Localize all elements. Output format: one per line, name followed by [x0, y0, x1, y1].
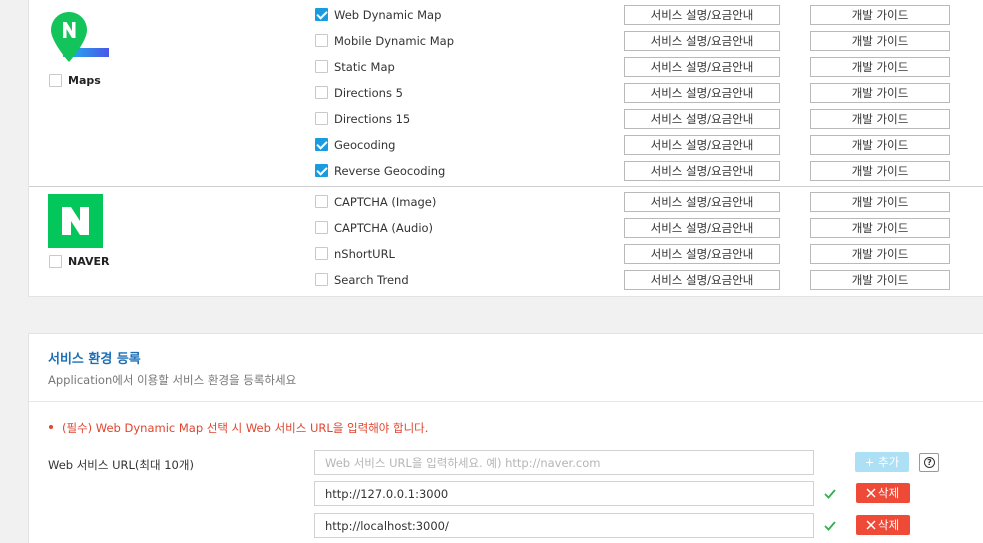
service-env-panel: 서비스 환경 등록 Application에서 이용할 서비스 환경을 등록하세… — [28, 333, 983, 543]
dev-guide-button[interactable]: 개발 가이드 — [810, 135, 950, 155]
api-name: CAPTCHA (Image) — [334, 195, 437, 209]
service-info-button[interactable]: 서비스 설명/요금안내 — [624, 270, 780, 290]
dev-guide-button[interactable]: 개발 가이드 — [810, 109, 950, 129]
api-name: nShortURL — [334, 247, 395, 261]
api-checkbox[interactable] — [315, 34, 328, 47]
api-name: Web Dynamic Map — [334, 8, 442, 22]
api-checkbox[interactable] — [315, 164, 328, 177]
api-row: Reverse Geocoding 서비스 설명/요금안내 개발 가이드 — [315, 161, 955, 181]
close-icon — [866, 520, 876, 530]
api-name: Reverse Geocoding — [334, 164, 446, 178]
web-url-label: Web 서비스 URL(최대 10개) — [48, 458, 194, 472]
section-description: Application에서 이용할 서비스 환경을 등록하세요 — [48, 373, 297, 387]
service-info-button[interactable]: 서비스 설명/요금안내 — [624, 161, 780, 181]
api-checkbox[interactable] — [315, 221, 328, 234]
api-name: Geocoding — [334, 138, 396, 152]
api-name: Search Trend — [334, 273, 409, 287]
maps-brand-checkbox[interactable] — [49, 74, 62, 87]
section-title: 서비스 환경 등록 — [48, 352, 141, 367]
api-row: Directions 5 서비스 설명/요금안내 개발 가이드 — [315, 83, 955, 103]
service-info-button[interactable]: 서비스 설명/요금안내 — [624, 57, 780, 77]
section-divider — [29, 401, 983, 402]
required-note-text: (필수) Web Dynamic Map 선택 시 Web 서비스 URL을 입… — [62, 421, 429, 435]
dev-guide-button[interactable]: 개발 가이드 — [810, 57, 950, 77]
delete-label: 삭제 — [878, 518, 900, 532]
api-checkbox[interactable] — [315, 247, 328, 260]
service-info-button[interactable]: 서비스 설명/요금안내 — [624, 244, 780, 264]
api-name: Directions 5 — [334, 86, 403, 100]
required-note: (필수) Web Dynamic Map 선택 시 Web 서비스 URL을 입… — [49, 420, 428, 436]
api-row: nShortURL 서비스 설명/요금안내 개발 가이드 — [315, 244, 955, 264]
api-name: Directions 15 — [334, 112, 411, 126]
api-checkbox[interactable] — [315, 86, 328, 99]
api-name: Mobile Dynamic Map — [334, 34, 455, 48]
service-info-button[interactable]: 서비스 설명/요금안내 — [624, 218, 780, 238]
delete-url-button[interactable]: 삭제 — [856, 483, 910, 503]
dev-guide-button[interactable]: 개발 가이드 — [810, 5, 950, 25]
api-row: Search Trend 서비스 설명/요금안내 개발 가이드 — [315, 270, 955, 290]
api-checkbox[interactable] — [315, 60, 328, 73]
service-info-button[interactable]: 서비스 설명/요금안내 — [624, 31, 780, 51]
maps-brand-label: Maps — [68, 74, 101, 87]
api-row: Web Dynamic Map 서비스 설명/요금안내 개발 가이드 — [315, 5, 955, 25]
service-info-button[interactable]: 서비스 설명/요금안내 — [624, 5, 780, 25]
api-row: CAPTCHA (Image) 서비스 설명/요금안내 개발 가이드 — [315, 192, 955, 212]
check-ok-icon — [824, 521, 836, 531]
naver-n-icon — [48, 194, 103, 248]
api-row: CAPTCHA (Audio) 서비스 설명/요금안내 개발 가이드 — [315, 218, 955, 238]
help-button[interactable]: ? — [919, 453, 939, 472]
api-checkbox[interactable] — [315, 195, 328, 208]
api-row: Directions 15 서비스 설명/요금안내 개발 가이드 — [315, 109, 955, 129]
delete-url-button[interactable]: 삭제 — [856, 515, 910, 535]
api-row: Mobile Dynamic Map 서비스 설명/요금안내 개발 가이드 — [315, 31, 955, 51]
registered-url-input[interactable] — [314, 513, 814, 538]
api-checkbox[interactable] — [315, 112, 328, 125]
api-checkbox[interactable] — [315, 138, 328, 151]
api-checkbox[interactable] — [315, 8, 328, 21]
service-info-button[interactable]: 서비스 설명/요금안내 — [624, 109, 780, 129]
api-row: Geocoding 서비스 설명/요금안내 개발 가이드 — [315, 135, 955, 155]
dev-guide-button[interactable]: 개발 가이드 — [810, 270, 950, 290]
api-name: Static Map — [334, 60, 395, 74]
naver-brand-label: NAVER — [68, 255, 110, 268]
bullet-icon — [49, 424, 53, 429]
dev-guide-button[interactable]: 개발 가이드 — [810, 218, 950, 238]
delete-label: 삭제 — [878, 486, 900, 500]
web-url-input[interactable] — [314, 450, 814, 475]
naver-brand-checkbox[interactable] — [49, 255, 62, 268]
question-icon: ? — [924, 457, 935, 468]
dev-guide-button[interactable]: 개발 가이드 — [810, 83, 950, 103]
brand-divider — [29, 186, 983, 187]
api-name: CAPTCHA (Audio) — [334, 221, 434, 235]
service-info-button[interactable]: 서비스 설명/요금안내 — [624, 83, 780, 103]
close-icon — [866, 488, 876, 498]
dev-guide-button[interactable]: 개발 가이드 — [810, 244, 950, 264]
map-pin-n-icon — [51, 12, 111, 68]
dev-guide-button[interactable]: 개발 가이드 — [810, 192, 950, 212]
dev-guide-button[interactable]: 개발 가이드 — [810, 161, 950, 181]
api-row: Static Map 서비스 설명/요금안내 개발 가이드 — [315, 57, 955, 77]
api-checkbox[interactable] — [315, 273, 328, 286]
service-info-button[interactable]: 서비스 설명/요금안내 — [624, 192, 780, 212]
add-url-button[interactable]: + 추가 — [855, 452, 909, 472]
check-ok-icon — [824, 489, 836, 499]
registered-url-input[interactable] — [314, 481, 814, 506]
service-info-button[interactable]: 서비스 설명/요금안내 — [624, 135, 780, 155]
dev-guide-button[interactable]: 개발 가이드 — [810, 31, 950, 51]
api-selection-panel: Maps Web Dynamic Map 서비스 설명/요금안내 개발 가이드 Mob… — [28, 0, 983, 297]
